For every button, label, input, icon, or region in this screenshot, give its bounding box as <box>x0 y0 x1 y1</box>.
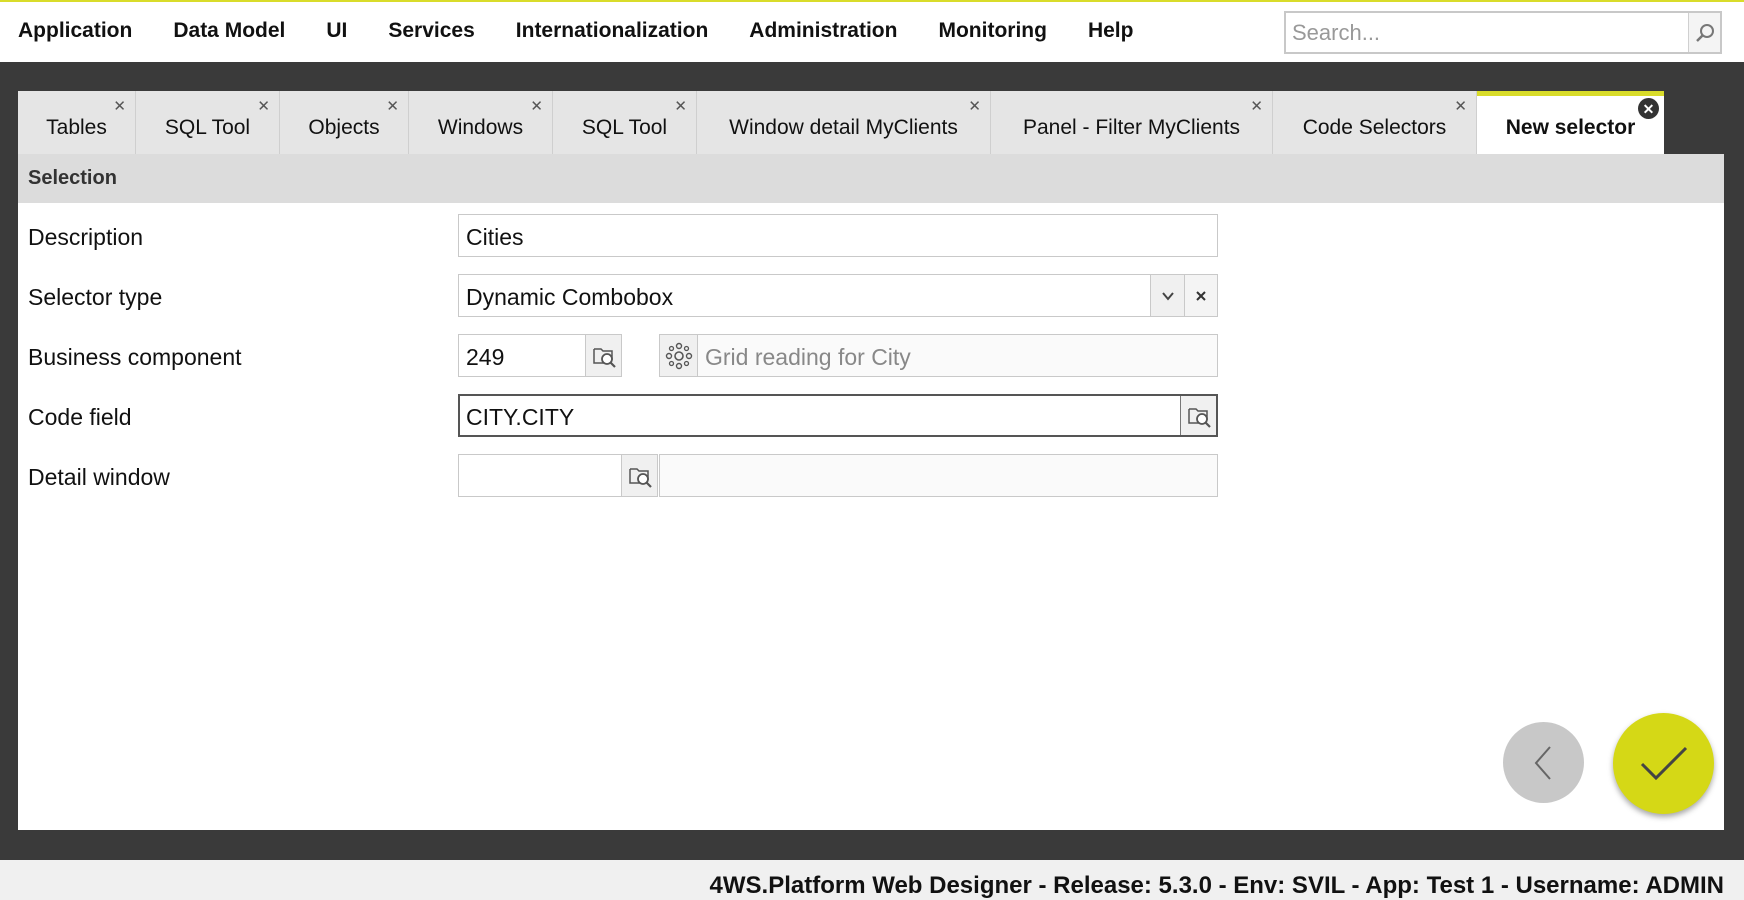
lookup-search-icon <box>628 467 652 488</box>
main-menu: Application Data Model UI Services Inter… <box>18 19 1146 43</box>
business-component-code-field[interactable]: 249 <box>458 334 622 377</box>
status-footer: 4WS.Platform Web Designer - Release: 5.3… <box>0 860 1744 900</box>
selector-type-value: Dynamic Combobox <box>466 284 674 310</box>
tab-label: Windows <box>437 116 524 139</box>
detail-window-label: Detail window <box>28 464 170 490</box>
description-field[interactable]: Cities <box>458 214 1218 257</box>
lookup-search-icon <box>592 347 616 368</box>
lookup-search-icon <box>1187 407 1211 428</box>
tab-bar: Tables ✕ SQL Tool ✕ Objects ✕ Windows ✕ … <box>18 91 1664 154</box>
search-box <box>1284 11 1722 54</box>
business-component-name: Grid reading for City <box>705 344 911 370</box>
menu-services[interactable]: Services <box>388 19 474 43</box>
code-field-value: CITY.CITY <box>466 404 575 430</box>
description-value: Cities <box>466 224 524 250</box>
menu-data-model[interactable]: Data Model <box>173 19 285 43</box>
selector-panel: Selection Description Cities Selector ty… <box>18 154 1724 830</box>
business-component-code: 249 <box>466 344 505 370</box>
tab-sql-tool-2[interactable]: SQL Tool ✕ <box>553 91 697 154</box>
code-field-input[interactable]: CITY.CITY <box>458 394 1218 437</box>
close-icon[interactable]: ✕ <box>1250 99 1263 114</box>
clear-x-icon <box>1196 290 1206 301</box>
tab-label: Panel - Filter MyClients <box>1022 116 1241 139</box>
tab-label: Tables <box>46 116 107 139</box>
tab-label: SQL Tool <box>164 116 251 139</box>
close-icon[interactable]: ✕ <box>968 99 981 114</box>
description-label: Description <box>28 224 144 250</box>
tab-label: Code Selectors <box>1302 116 1447 139</box>
tab-objects[interactable]: Objects ✕ <box>280 91 409 154</box>
search-button[interactable] <box>1688 13 1720 52</box>
code-field-lookup-button[interactable] <box>1180 396 1216 435</box>
tab-label: Window detail MyClients <box>729 116 958 139</box>
close-icon[interactable]: ✕ <box>257 99 270 114</box>
tab-panel-filter-myclients[interactable]: Panel - Filter MyClients ✕ <box>991 91 1273 154</box>
close-icon[interactable]: ✕ <box>1454 99 1467 114</box>
tab-label: Objects <box>308 116 380 139</box>
detail-window-code-field[interactable] <box>458 454 658 497</box>
chevron-down-icon <box>1161 291 1174 301</box>
business-component-label: Business component <box>28 344 242 370</box>
detail-window-lookup-button[interactable] <box>621 455 657 496</box>
section-header: Selection <box>18 154 1724 203</box>
back-button[interactable] <box>1503 722 1584 803</box>
menu-monitoring[interactable]: Monitoring <box>938 19 1046 43</box>
tab-tables[interactable]: Tables ✕ <box>18 91 136 154</box>
selector-type-combobox[interactable]: Dynamic Combobox <box>458 274 1218 317</box>
close-icon[interactable]: ✕ <box>530 99 543 114</box>
tab-windows[interactable]: Windows ✕ <box>409 91 553 154</box>
menu-internationalization[interactable]: Internationalization <box>516 19 709 43</box>
close-icon[interactable]: ✕ <box>386 99 399 114</box>
clear-button[interactable] <box>1184 275 1217 316</box>
menu-ui[interactable]: UI <box>326 19 347 43</box>
menu-application[interactable]: Application <box>18 19 132 43</box>
top-menu-bar: Application Data Model UI Services Inter… <box>0 0 1744 62</box>
tab-code-selectors[interactable]: Code Selectors ✕ <box>1273 91 1477 154</box>
tab-label: SQL Tool <box>581 116 668 139</box>
business-component-lookup-button[interactable] <box>585 335 621 376</box>
tab-label: New selector <box>1505 116 1636 139</box>
component-gear-icon <box>665 342 692 369</box>
tab-sql-tool[interactable]: SQL Tool ✕ <box>136 91 280 154</box>
menu-administration[interactable]: Administration <box>749 19 897 43</box>
checkmark-icon <box>1640 746 1687 780</box>
business-component-name-field: Grid reading for City <box>659 334 1218 377</box>
component-button[interactable] <box>660 335 698 376</box>
dropdown-button[interactable] <box>1150 275 1184 316</box>
close-icon[interactable]: ✕ <box>113 99 126 114</box>
magnifier-icon <box>1695 23 1714 42</box>
close-icon[interactable]: ✕ <box>1638 98 1659 119</box>
tab-window-detail-myclients[interactable]: Window detail MyClients ✕ <box>697 91 991 154</box>
footer-status-text: 4WS.Platform Web Designer - Release: 5.3… <box>709 872 1724 899</box>
code-field-label: Code field <box>28 404 132 430</box>
tab-new-selector[interactable]: New selector ✕ <box>1477 91 1664 154</box>
close-icon[interactable]: ✕ <box>674 99 687 114</box>
selector-type-label: Selector type <box>28 284 163 310</box>
confirm-button[interactable] <box>1613 713 1714 814</box>
chevron-left-icon <box>1534 745 1551 780</box>
detail-window-name-field <box>659 454 1218 497</box>
search-input[interactable] <box>1286 13 1688 52</box>
menu-help[interactable]: Help <box>1088 19 1134 43</box>
